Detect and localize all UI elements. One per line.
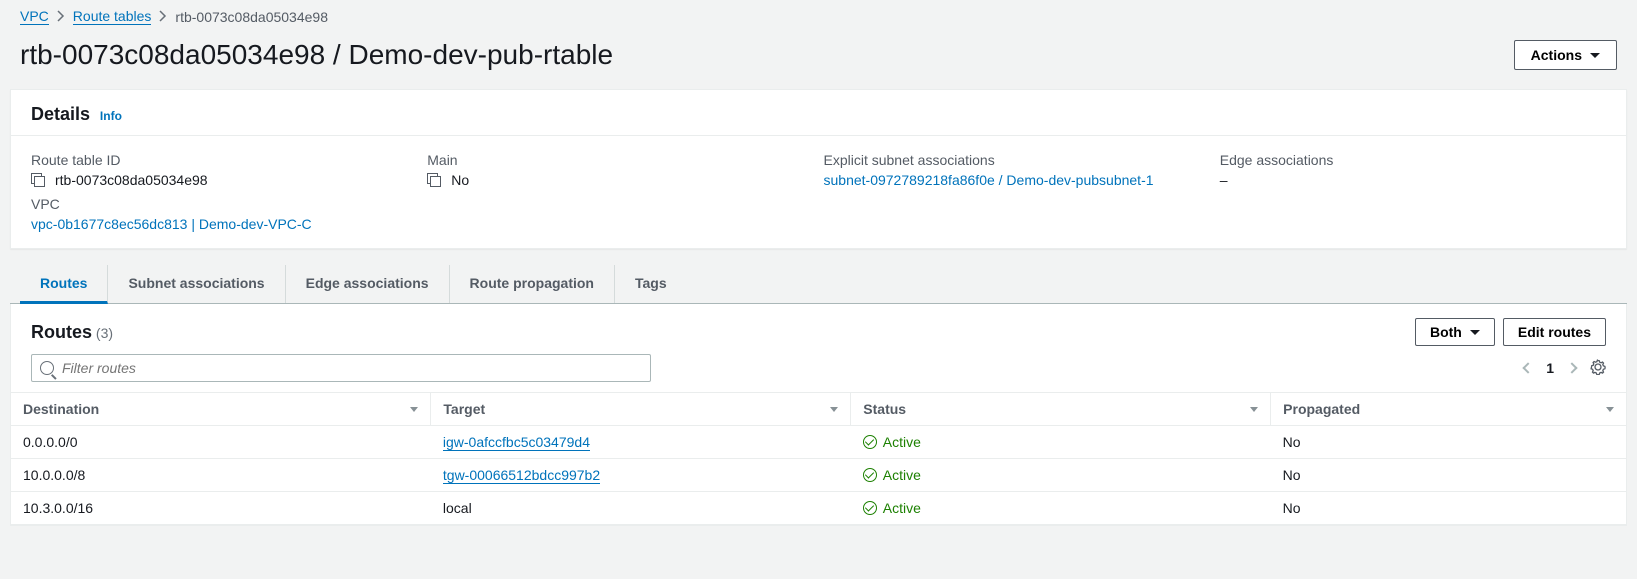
status-text: Active <box>883 467 921 483</box>
target-link[interactable]: tgw-00066512bdcc997b2 <box>443 467 600 484</box>
routes-title: Routes <box>31 322 92 342</box>
check-circle-icon <box>863 435 877 449</box>
page-title: rtb-0073c08da05034e98 / Demo-dev-pub-rta… <box>20 39 613 71</box>
status-text: Active <box>883 434 921 450</box>
settings-gear-button[interactable] <box>1590 359 1606 378</box>
col-target[interactable]: Target <box>431 393 851 426</box>
filter-routes-field[interactable] <box>31 354 651 382</box>
col-destination[interactable]: Destination <box>11 393 431 426</box>
edge-associations-value: – <box>1220 172 1228 188</box>
search-icon <box>40 361 54 375</box>
breadcrumb: VPC Route tables rtb-0073c08da05034e98 <box>0 0 1637 33</box>
cell-status: Active <box>851 426 1271 459</box>
cell-propagated: No <box>1271 459 1626 492</box>
route-table-id-value: rtb-0073c08da05034e98 <box>55 172 208 188</box>
cell-status: Active <box>851 492 1271 525</box>
tab-edge-associations[interactable]: Edge associations <box>286 265 450 303</box>
status-filter-label: Both <box>1430 324 1462 340</box>
chevron-right-icon <box>57 9 65 25</box>
actions-button-label: Actions <box>1531 47 1582 63</box>
filter-routes-input[interactable] <box>62 360 642 376</box>
table-row: 10.3.0.0/16local Active No <box>11 492 1626 525</box>
page-number: 1 <box>1546 360 1554 376</box>
breadcrumb-current: rtb-0073c08da05034e98 <box>175 9 328 25</box>
field-main: Main No <box>427 152 813 188</box>
cell-destination: 10.0.0.0/8 <box>11 459 431 492</box>
prev-page-button[interactable] <box>1523 362 1534 373</box>
sort-caret-icon <box>1606 407 1614 412</box>
caret-down-icon <box>1590 53 1600 58</box>
field-explicit-subnet-associations: Explicit subnet associations subnet-0972… <box>824 152 1210 188</box>
cell-destination: 0.0.0.0/0 <box>11 426 431 459</box>
col-propagated[interactable]: Propagated <box>1271 393 1626 426</box>
copy-icon[interactable] <box>31 173 45 187</box>
field-edge-associations: Edge associations – <box>1220 152 1606 188</box>
target-link[interactable]: igw-0afccfbc5c03479d4 <box>443 434 590 451</box>
col-status[interactable]: Status <box>851 393 1271 426</box>
details-panel-title: Details <box>31 104 90 124</box>
field-label: Edge associations <box>1220 152 1606 168</box>
cell-propagated: No <box>1271 492 1626 525</box>
sort-caret-icon <box>1250 407 1258 412</box>
field-route-table-id: Route table ID rtb-0073c08da05034e98 <box>31 152 417 188</box>
field-label: Route table ID <box>31 152 417 168</box>
cell-target: igw-0afccfbc5c03479d4 <box>431 426 851 459</box>
sort-caret-icon <box>410 407 418 412</box>
details-panel: Details Info Route table ID rtb-0073c08d… <box>10 89 1627 249</box>
info-link[interactable]: Info <box>100 109 122 123</box>
tabs: Routes Subnet associations Edge associat… <box>10 265 1627 304</box>
page-header: rtb-0073c08da05034e98 / Demo-dev-pub-rta… <box>0 33 1637 89</box>
tab-routes[interactable]: Routes <box>20 265 108 304</box>
routes-panel: Routes (3) Both Edit routes 1 <box>10 304 1627 526</box>
routes-count: (3) <box>96 325 113 341</box>
sort-caret-icon <box>830 407 838 412</box>
status-text: Active <box>883 500 921 516</box>
main-value: No <box>451 172 469 188</box>
actions-button[interactable]: Actions <box>1514 40 1617 70</box>
tab-subnet-associations[interactable]: Subnet associations <box>108 265 285 303</box>
cell-propagated: No <box>1271 426 1626 459</box>
gear-icon <box>1590 359 1606 375</box>
breadcrumb-root[interactable]: VPC <box>20 8 49 25</box>
status-filter-dropdown[interactable]: Both <box>1415 318 1495 346</box>
next-page-button[interactable] <box>1566 362 1577 373</box>
paginator: 1 <box>1524 359 1606 378</box>
chevron-right-icon <box>159 9 167 25</box>
field-label: VPC <box>31 196 1606 212</box>
routes-table: Destination Target Status Propagated 0.0… <box>11 392 1626 525</box>
cell-status: Active <box>851 459 1271 492</box>
field-vpc: VPC vpc-0b1677c8ec56dc813 | Demo-dev-VPC… <box>31 196 1606 232</box>
field-label: Main <box>427 152 813 168</box>
subnet-association-link[interactable]: subnet-0972789218fa86f0e / Demo-dev-pubs… <box>824 172 1154 188</box>
check-circle-icon <box>863 501 877 515</box>
check-circle-icon <box>863 468 877 482</box>
cell-destination: 10.3.0.0/16 <box>11 492 431 525</box>
cell-target: tgw-00066512bdcc997b2 <box>431 459 851 492</box>
copy-icon[interactable] <box>427 173 441 187</box>
breadcrumb-parent[interactable]: Route tables <box>73 8 152 25</box>
cell-target: local <box>431 492 851 525</box>
field-label: Explicit subnet associations <box>824 152 1210 168</box>
table-row: 0.0.0.0/0 igw-0afccfbc5c03479d4 Active No <box>11 426 1626 459</box>
tab-route-propagation[interactable]: Route propagation <box>450 265 615 303</box>
tab-tags[interactable]: Tags <box>615 265 687 303</box>
edit-routes-button[interactable]: Edit routes <box>1503 318 1606 346</box>
table-row: 10.0.0.0/8 tgw-00066512bdcc997b2 Active No <box>11 459 1626 492</box>
caret-down-icon <box>1470 330 1480 335</box>
vpc-link[interactable]: vpc-0b1677c8ec56dc813 | Demo-dev-VPC-C <box>31 216 312 232</box>
